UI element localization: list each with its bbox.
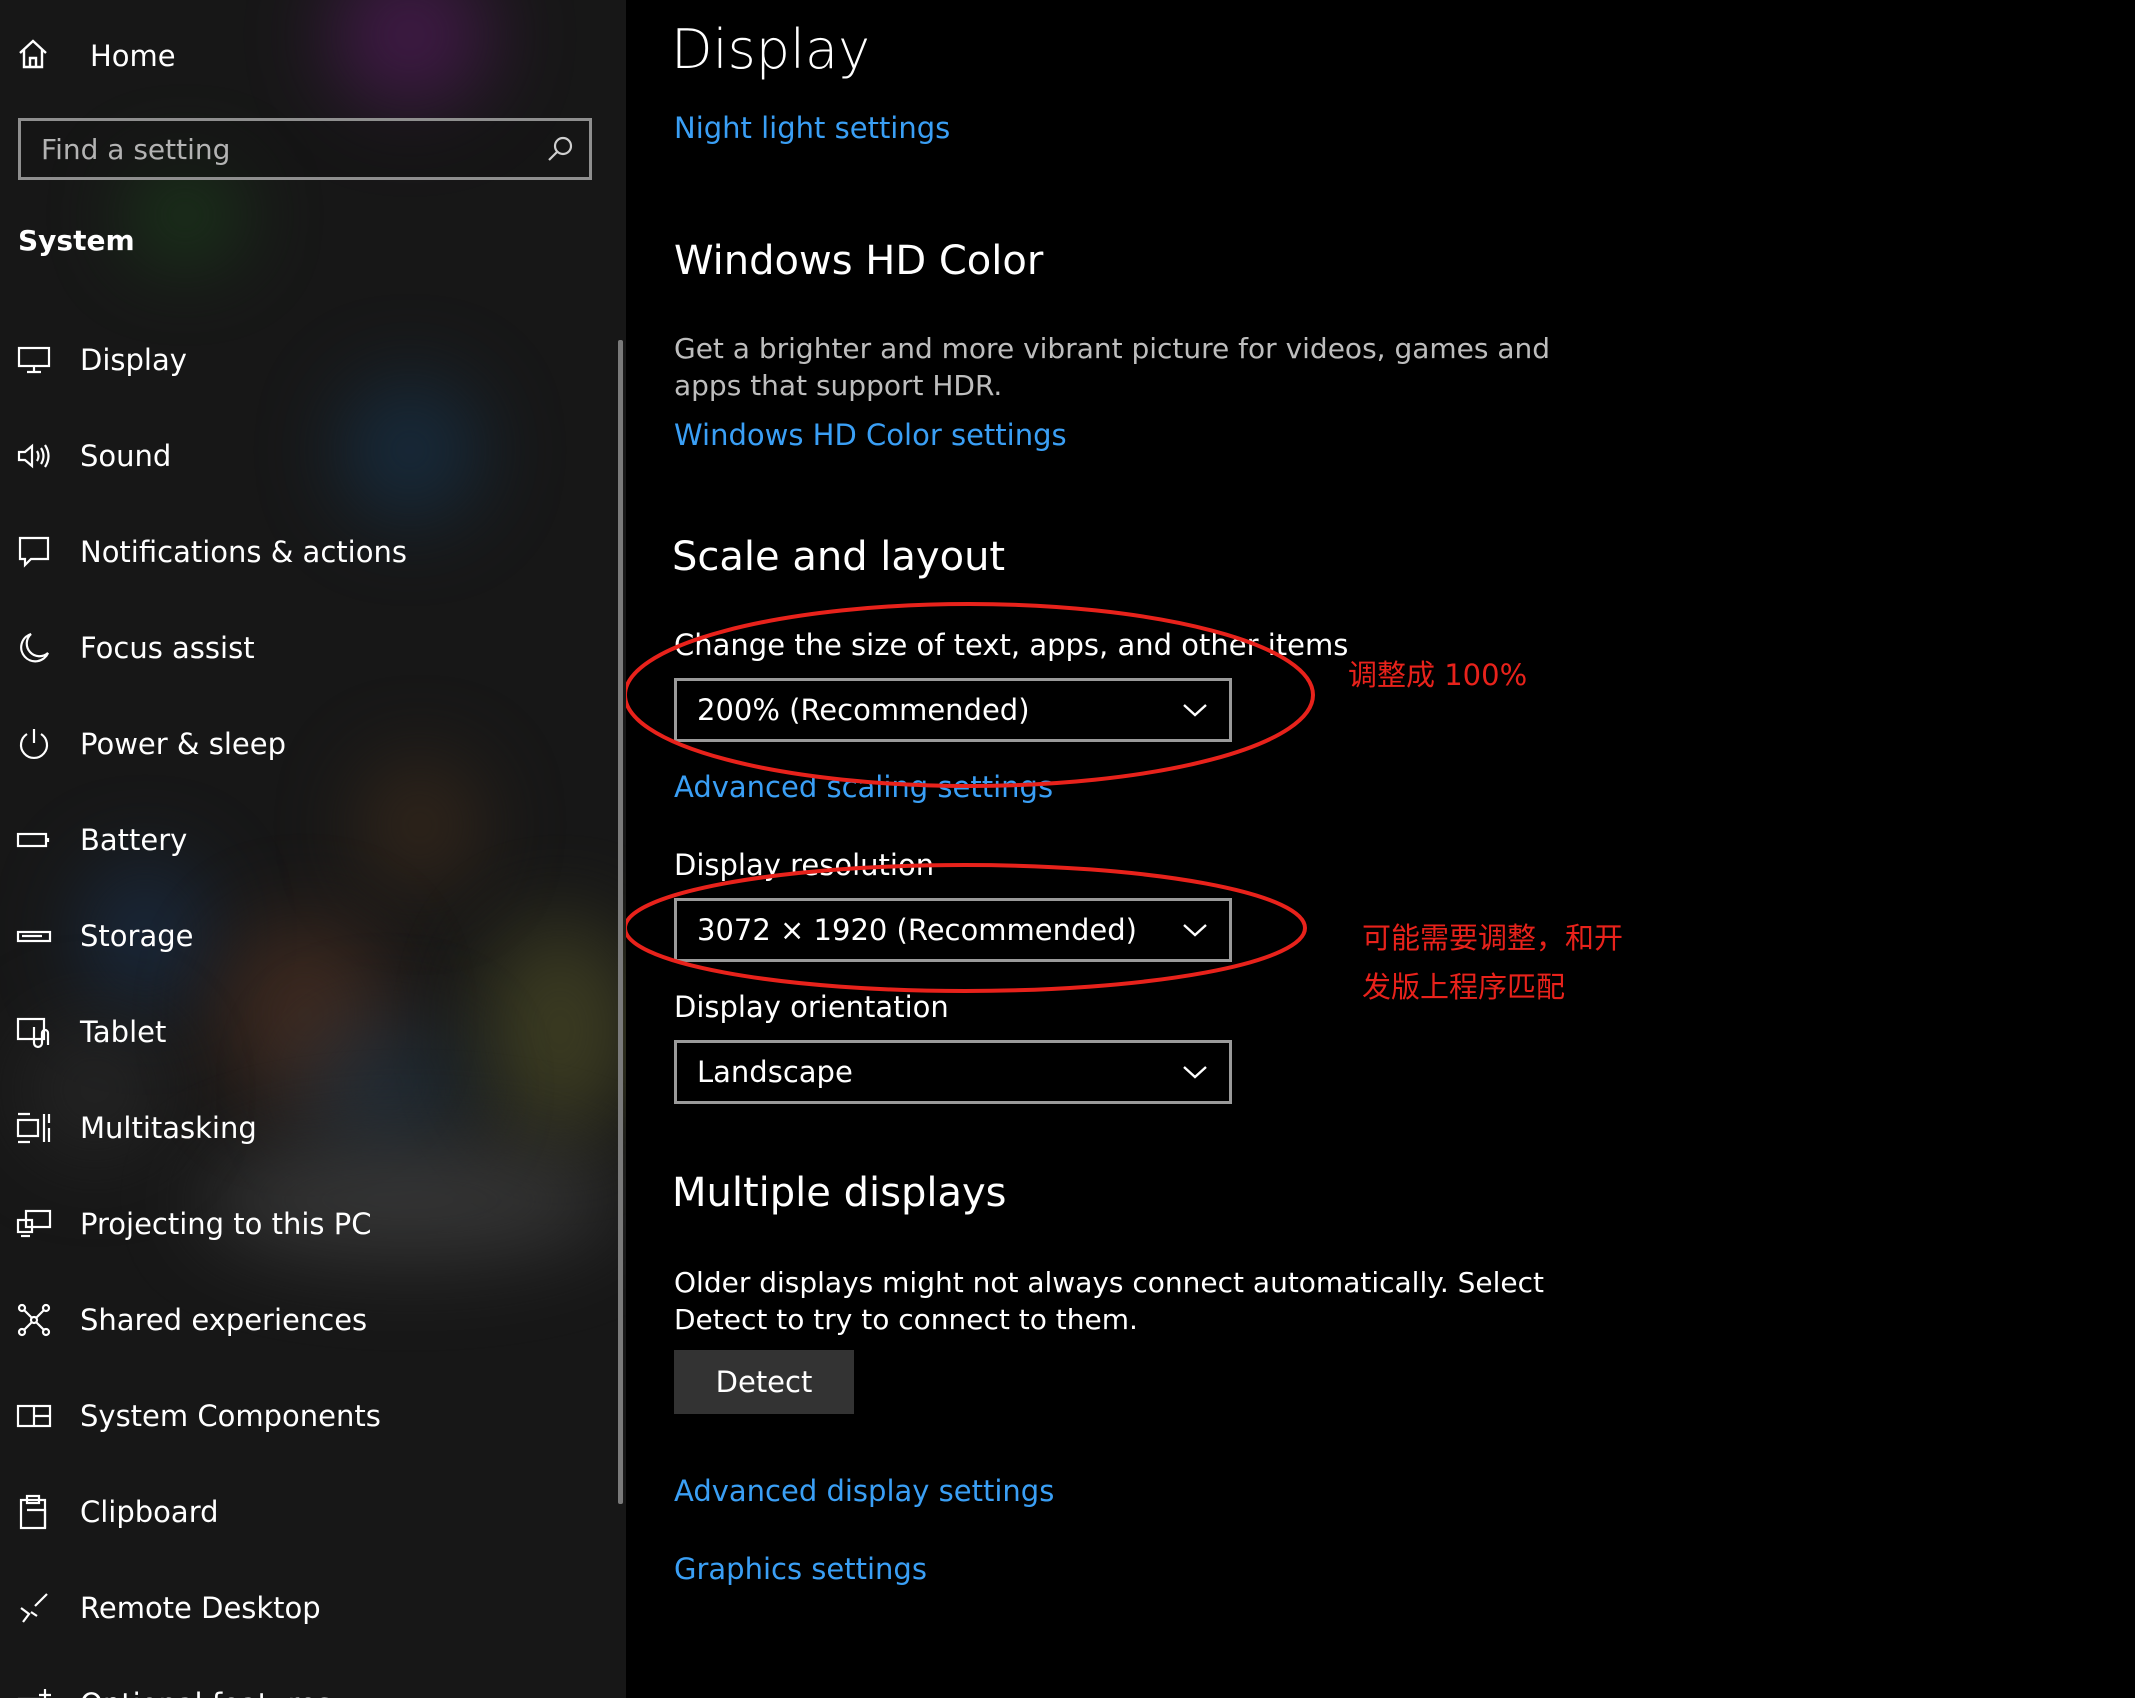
sidebar-item-label: Multitasking — [80, 1111, 257, 1145]
sidebar-item-sound[interactable]: Sound — [0, 408, 626, 504]
remote-desktop-icon — [16, 1590, 52, 1626]
sidebar-scrollbar[interactable] — [618, 340, 623, 1504]
resolution-annotation-note-line2: 发版上程序匹配 — [1362, 970, 1566, 1004]
sidebar-item-label: Optional features — [80, 1687, 332, 1698]
shared-icon — [16, 1302, 52, 1338]
tablet-icon — [16, 1014, 52, 1050]
section-title-system: System — [18, 224, 135, 257]
power-icon — [16, 726, 52, 762]
sidebar-item-label: Projecting to this PC — [80, 1207, 372, 1241]
sidebar-item-label: Storage — [80, 919, 194, 953]
sidebar-item-label: Notifications & actions — [80, 535, 407, 569]
sidebar-item-storage[interactable]: Storage — [0, 888, 626, 984]
sidebar-item-label: Power & sleep — [80, 727, 286, 761]
speaker-icon — [16, 438, 52, 474]
components-icon — [16, 1398, 52, 1434]
sidebar-nav: Display Sound Notifications & actions Fo… — [0, 312, 626, 1698]
sidebar-item-notifications[interactable]: Notifications & actions — [0, 504, 626, 600]
sidebar-item-label: System Components — [80, 1399, 381, 1433]
moon-icon — [16, 630, 52, 666]
sidebar-item-label: Clipboard — [80, 1495, 219, 1529]
scale-annotation-note: 调整成 100% — [1348, 658, 1528, 692]
sidebar-item-label: Sound — [80, 439, 172, 473]
settings-sidebar: Home System Display Sound Notific — [0, 0, 626, 1698]
sidebar-item-battery[interactable]: Battery — [0, 792, 626, 888]
sidebar-item-label: Battery — [80, 823, 188, 857]
battery-icon — [16, 822, 52, 858]
sidebar-item-power-sleep[interactable]: Power & sleep — [0, 696, 626, 792]
annotation-overlay — [626, 602, 1315, 993]
sidebar-item-label: Shared experiences — [80, 1303, 368, 1337]
resolution-annotation-ellipse — [626, 863, 1307, 993]
display-settings-page: Display Night light settings Windows HD … — [626, 0, 2135, 1698]
sidebar-item-label: Tablet — [80, 1015, 167, 1049]
monitor-icon — [16, 342, 52, 378]
home-nav-item[interactable]: Home — [16, 28, 416, 84]
multitasking-icon — [16, 1110, 52, 1146]
sidebar-item-shared-experiences[interactable]: Shared experiences — [0, 1272, 626, 1368]
sidebar-item-multitasking[interactable]: Multitasking — [0, 1080, 626, 1176]
projecting-icon — [16, 1206, 52, 1242]
scale-annotation-ellipse — [626, 602, 1315, 788]
message-icon — [16, 534, 52, 570]
sidebar-item-projecting[interactable]: Projecting to this PC — [0, 1176, 626, 1272]
sidebar-item-system-components[interactable]: System Components — [0, 1368, 626, 1464]
search-icon[interactable] — [537, 135, 583, 163]
sidebar-item-clipboard[interactable]: Clipboard — [0, 1464, 626, 1560]
sidebar-item-tablet[interactable]: Tablet — [0, 984, 626, 1080]
search-box[interactable] — [18, 118, 592, 180]
search-input[interactable] — [21, 131, 537, 167]
home-icon — [16, 37, 50, 75]
clipboard-icon — [16, 1494, 52, 1530]
sidebar-item-optional-features[interactable]: Optional features — [0, 1656, 626, 1698]
storage-icon — [16, 918, 52, 954]
resolution-annotation-note-line1: 可能需要调整，和开 — [1362, 921, 1624, 955]
sidebar-item-focus-assist[interactable]: Focus assist — [0, 600, 626, 696]
sidebar-item-label: Display — [80, 343, 187, 377]
sidebar-item-display[interactable]: Display — [0, 312, 626, 408]
sidebar-item-label: Focus assist — [80, 631, 255, 665]
home-label: Home — [90, 39, 176, 73]
optional-features-icon — [16, 1686, 52, 1698]
sidebar-item-remote-desktop[interactable]: Remote Desktop — [0, 1560, 626, 1656]
sidebar-item-label: Remote Desktop — [80, 1591, 321, 1625]
